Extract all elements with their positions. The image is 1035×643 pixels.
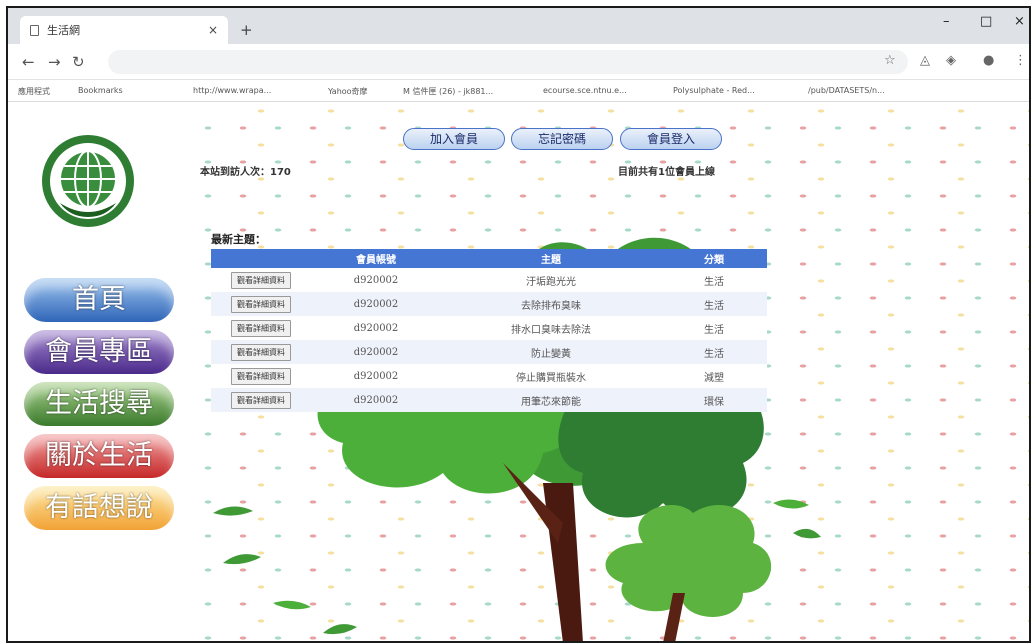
table-row: 觀看詳細資料 d920002 汙垢跑光光 生活 bbox=[211, 268, 767, 292]
col-header-category: 分類 bbox=[661, 249, 767, 268]
cell-category: 生活 bbox=[661, 268, 767, 292]
nav-home-button[interactable]: 首頁 bbox=[24, 278, 174, 322]
cell-account: d920002 bbox=[311, 388, 441, 412]
close-window-button[interactable]: × bbox=[1014, 14, 1025, 29]
forgot-password-button[interactable]: 忘記密碼 bbox=[511, 128, 613, 150]
bookmark-item[interactable]: Yahoo奇摩 bbox=[328, 86, 368, 97]
star-icon[interactable]: ☆ bbox=[884, 53, 896, 68]
table-row: 觀看詳細資料 d920002 去除排布臭味 生活 bbox=[211, 292, 767, 316]
topics-table: 會員帳號 主題 分類 觀看詳細資料 d920002 汙垢跑光光 生活 觀看詳細資… bbox=[211, 249, 767, 412]
cell-topic: 汙垢跑光光 bbox=[441, 268, 661, 292]
reload-icon[interactable]: ↻ bbox=[72, 53, 85, 71]
nav-member-button[interactable]: 會員專區 bbox=[24, 330, 174, 374]
extension-icon[interactable]: ◬ bbox=[920, 53, 930, 68]
view-details-button[interactable]: 觀看詳細資料 bbox=[231, 295, 291, 313]
bookmark-item[interactable]: Bookmarks bbox=[78, 86, 123, 95]
cell-category: 環保 bbox=[661, 388, 767, 412]
view-details-button[interactable]: 觀看詳細資料 bbox=[231, 391, 291, 409]
apps-bookmark[interactable]: 應用程式 bbox=[18, 86, 50, 97]
table-row: 觀看詳細資料 d920002 防止變黃 生活 bbox=[211, 340, 767, 364]
table-row: 觀看詳細資料 d920002 停止購買瓶裝水 減塑 bbox=[211, 364, 767, 388]
bookmark-item[interactable]: /pub/DATASETS/n... bbox=[808, 86, 885, 95]
account-icon[interactable]: ● bbox=[983, 53, 994, 68]
bookmark-item[interactable]: ecourse.sce.ntnu.e... bbox=[543, 86, 627, 95]
view-details-button[interactable]: 觀看詳細資料 bbox=[231, 343, 291, 361]
cell-category: 生活 bbox=[661, 292, 767, 316]
back-icon[interactable]: ← bbox=[22, 53, 35, 71]
col-header-account: 會員帳號 bbox=[311, 249, 441, 268]
member-login-button[interactable]: 會員登入 bbox=[620, 128, 722, 150]
view-details-button[interactable]: 觀看詳細資料 bbox=[231, 319, 291, 337]
maximize-button[interactable]: □ bbox=[980, 14, 992, 29]
new-tab-button[interactable]: + bbox=[240, 21, 253, 39]
cell-account: d920002 bbox=[311, 364, 441, 388]
cell-category: 減塑 bbox=[661, 364, 767, 388]
bookmark-item[interactable]: Polysulphate - Red... bbox=[673, 86, 755, 95]
browser-window: 生活網 × + – □ × ← → ↻ ☆ ◬ ◈ ● ⋮ 應用程式 Bookm… bbox=[6, 6, 1031, 643]
cell-category: 生活 bbox=[661, 340, 767, 364]
cell-account: d920002 bbox=[311, 268, 441, 292]
globe-leaf-logo-icon bbox=[42, 135, 134, 227]
col-header-topic: 主題 bbox=[441, 249, 661, 268]
bookmarks-bar: 應用程式 Bookmarks http://www.wrapa... Yahoo… bbox=[8, 80, 1029, 102]
tab-title: 生活網 bbox=[47, 24, 80, 37]
cell-topic: 去除排布臭味 bbox=[441, 292, 661, 316]
nav-about-button[interactable]: 關於生活 bbox=[24, 434, 174, 478]
cell-account: d920002 bbox=[311, 316, 441, 340]
page-content: 首頁 會員專區 生活搜尋 關於生活 有話想說 加入會員 忘記密碼 會員登入 本站… bbox=[8, 103, 1029, 641]
bookmark-item[interactable]: M 信件匣 (26) - jk881... bbox=[403, 86, 493, 97]
cell-account: d920002 bbox=[311, 292, 441, 316]
table-row: 觀看詳細資料 d920002 排水口臭味去除法 生活 bbox=[211, 316, 767, 340]
cell-topic: 防止變黃 bbox=[441, 340, 661, 364]
forward-icon[interactable]: → bbox=[48, 53, 61, 71]
join-member-button[interactable]: 加入會員 bbox=[403, 128, 505, 150]
online-members: 目前共有1位會員上線 bbox=[618, 167, 715, 178]
cell-account: d920002 bbox=[311, 340, 441, 364]
nav-search-button[interactable]: 生活搜尋 bbox=[24, 382, 174, 426]
view-details-button[interactable]: 觀看詳細資料 bbox=[231, 271, 291, 289]
page-icon bbox=[30, 24, 39, 36]
cell-topic: 用筆芯來節能 bbox=[441, 388, 661, 412]
address-bar-row: ← → ↻ ☆ ◬ ◈ ● ⋮ bbox=[8, 44, 1029, 80]
cell-topic: 排水口臭味去除法 bbox=[441, 316, 661, 340]
address-input[interactable] bbox=[108, 50, 908, 74]
table-row: 觀看詳細資料 d920002 用筆芯來節能 環保 bbox=[211, 388, 767, 412]
cell-category: 生活 bbox=[661, 316, 767, 340]
view-details-button[interactable]: 觀看詳細資料 bbox=[231, 367, 291, 385]
menu-icon[interactable]: ⋮ bbox=[1014, 53, 1027, 68]
tab-close-icon[interactable]: × bbox=[208, 23, 218, 37]
shield-icon[interactable]: ◈ bbox=[946, 53, 956, 68]
col-header bbox=[211, 249, 311, 268]
tab-strip: 生活網 × + – □ × bbox=[8, 8, 1029, 44]
cell-topic: 停止購買瓶裝水 bbox=[441, 364, 661, 388]
visit-count: 本站到訪人次：170 bbox=[200, 167, 291, 178]
minimize-button[interactable]: – bbox=[943, 14, 950, 29]
nav-talk-button[interactable]: 有話想說 bbox=[24, 486, 174, 530]
latest-topics-heading: 最新主題： bbox=[211, 233, 266, 246]
tab-active[interactable]: 生活網 × bbox=[20, 16, 228, 44]
bookmark-item[interactable]: http://www.wrapa... bbox=[193, 86, 271, 95]
